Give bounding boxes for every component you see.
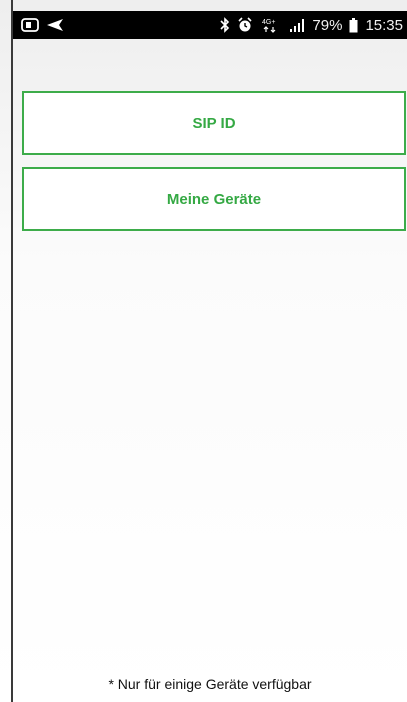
my-devices-button[interactable]: Meine Geräte: [22, 167, 406, 231]
app-notification-icon: [21, 17, 39, 33]
availability-footnote: * Nur für einige Geräte verfügbar: [108, 676, 312, 692]
alarm-icon: [237, 17, 253, 33]
status-right: 4G+ 79% 15:35: [220, 17, 403, 34]
network-label: 4G+: [262, 19, 275, 26]
sip-id-button[interactable]: SIP ID: [22, 91, 406, 155]
bluetooth-icon: [220, 17, 230, 33]
status-left: [21, 17, 64, 33]
send-icon: [46, 18, 64, 32]
clock: 15:35: [365, 16, 403, 34]
screen-edge: [11, 0, 13, 702]
network-4g-icon: 4G+: [260, 17, 282, 33]
my-devices-label: Meine Geräte: [166, 190, 262, 208]
sip-id-label: SIP ID: [192, 114, 236, 132]
app-screen: 4G+ 79% 15:35 SIP ID Meine Geräte * Nur …: [0, 0, 407, 702]
battery-percent: 79%: [312, 16, 343, 34]
battery-icon: [349, 17, 358, 33]
status-bar: 4G+ 79% 15:35: [13, 11, 407, 39]
signal-icon: [289, 18, 305, 32]
